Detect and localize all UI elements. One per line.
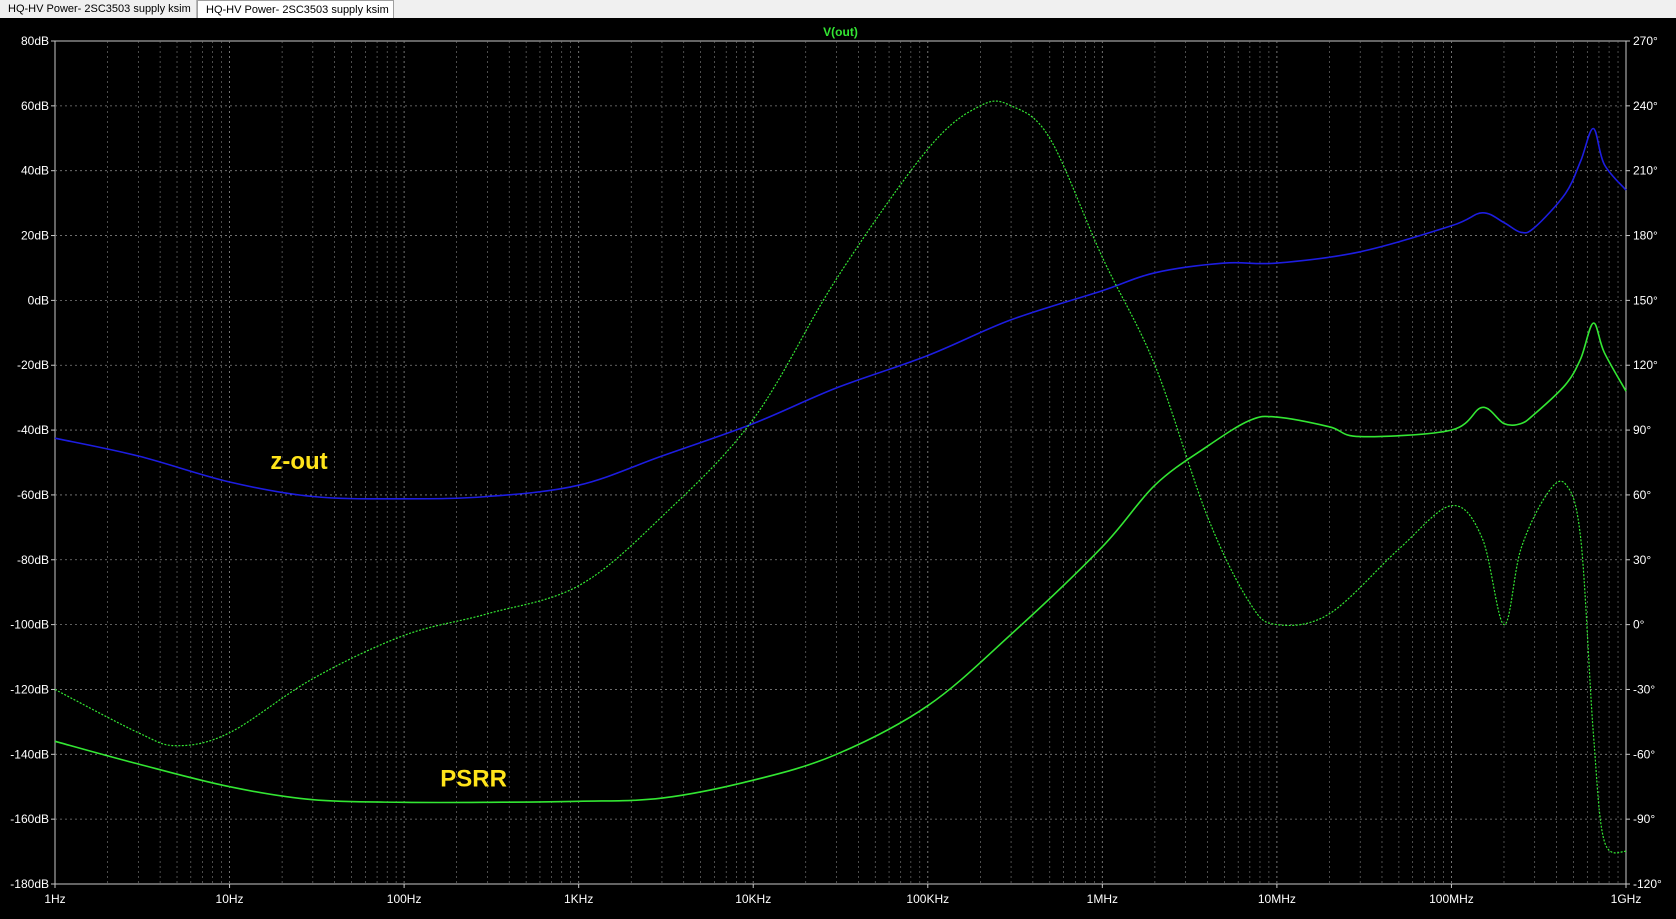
y-right-tick-label: 270° bbox=[1633, 34, 1658, 48]
bode-plot[interactable]: 1Hz 10Hz 100Hz 1KHz 10KHz 100KHz 1MHz 10MHz 100M… bbox=[0, 18, 1676, 914]
y-right-tick-label: -90° bbox=[1633, 812, 1655, 826]
y-left-tick-label: 40dB bbox=[21, 164, 49, 178]
x-tick-label: 1KHz bbox=[564, 892, 593, 906]
x-tick-label: 1MHz bbox=[1087, 892, 1118, 906]
tab-label: HQ-HV Power- 2SC3503 supply ksim bbox=[8, 3, 191, 15]
y-right-tick-label: -30° bbox=[1633, 682, 1655, 696]
x-tick-label: 100Hz bbox=[387, 892, 422, 906]
y-right-tick-label: -120° bbox=[1633, 877, 1662, 891]
y-right-tick-label: 240° bbox=[1633, 99, 1658, 113]
annotation-label: PSRR bbox=[440, 766, 507, 793]
x-tick-label: 1Hz bbox=[44, 892, 65, 906]
plot-pane[interactable]: 1Hz 10Hz 100Hz 1KHz 10KHz 100KHz 1MHz 10MHz 100M… bbox=[0, 18, 1676, 914]
y-right-tick-label: 30° bbox=[1633, 553, 1651, 567]
x-tick-label: 1GHz bbox=[1611, 892, 1642, 906]
tab-waveform[interactable]: HQ-HV Power- 2SC3503 supply ksim bbox=[197, 0, 394, 18]
y-right-tick-label: -60° bbox=[1633, 747, 1655, 761]
y-right-tick-label: 120° bbox=[1633, 358, 1658, 372]
x-tick-label: 10MHz bbox=[1258, 892, 1296, 906]
tab-bar: HQ-HV Power- 2SC3503 supply ksim HQ-HV P… bbox=[0, 0, 1676, 19]
x-tick-label: 10KHz bbox=[735, 892, 771, 906]
y-right-tick-label: 0° bbox=[1633, 618, 1645, 632]
y-left-tick-label: -100dB bbox=[10, 618, 49, 632]
annotation-label: z-out bbox=[270, 448, 327, 475]
x-tick-label: 100MHz bbox=[1429, 892, 1474, 906]
y-right-tick-label: 180° bbox=[1633, 229, 1658, 243]
tab-label: HQ-HV Power- 2SC3503 supply ksim bbox=[206, 3, 389, 16]
x-tick-label: 10Hz bbox=[216, 892, 244, 906]
y-left-tick-label: 60dB bbox=[21, 99, 49, 113]
y-right-tick-label: 90° bbox=[1633, 423, 1651, 437]
y-left-tick-label: -60dB bbox=[17, 488, 49, 502]
y-left-tick-label: 20dB bbox=[21, 229, 49, 243]
x-tick-label: 100KHz bbox=[906, 892, 949, 906]
y-left-tick-label: -120dB bbox=[10, 682, 49, 696]
y-right-tick-label: 150° bbox=[1633, 293, 1658, 307]
y-left-tick-label: -180dB bbox=[10, 877, 49, 891]
y-left-tick-label: -80dB bbox=[17, 553, 49, 567]
y-left-tick-label: -140dB bbox=[10, 747, 49, 761]
y-left-tick-label: -40dB bbox=[17, 423, 49, 437]
y-left-tick-label: 80dB bbox=[21, 34, 49, 48]
y-left-tick-label: -160dB bbox=[10, 812, 49, 826]
y-left-tick-label: 0dB bbox=[28, 293, 49, 307]
y-right-tick-label: 60° bbox=[1633, 488, 1651, 502]
y-left-tick-label: -20dB bbox=[17, 358, 49, 372]
y-right-tick-label: 210° bbox=[1633, 164, 1658, 178]
tab-schematic[interactable]: HQ-HV Power- 2SC3503 supply ksim bbox=[0, 0, 197, 18]
chart-title: V(out) bbox=[823, 25, 858, 39]
